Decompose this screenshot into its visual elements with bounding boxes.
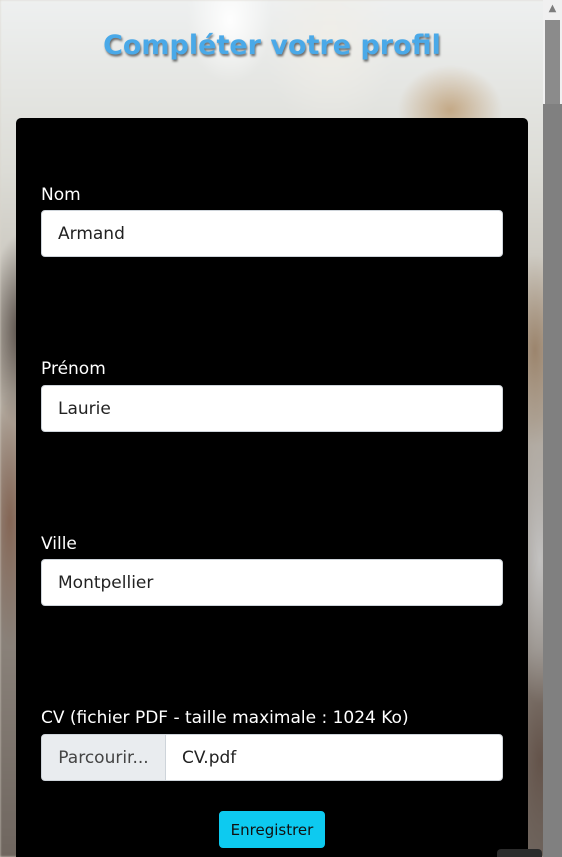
corner-tab	[497, 849, 542, 857]
vertical-scrollbar[interactable]: ▲	[543, 0, 562, 857]
city-label: Ville	[41, 534, 77, 554]
scrollbar-thumb[interactable]	[545, 20, 560, 104]
scrollbar-track[interactable]	[543, 104, 562, 857]
first-name-label: Prénom	[41, 359, 106, 379]
cv-file-input[interactable]: Parcourir... CV.pdf	[41, 734, 503, 781]
last-name-label: Nom	[41, 185, 81, 205]
page-title: Compléter votre profil	[103, 30, 441, 61]
selected-file-name: CV.pdf	[182, 747, 237, 768]
chevron-up-icon[interactable]: ▲	[543, 0, 562, 18]
viewport: Compléter votre profil Nom Prénom Ville …	[0, 0, 562, 857]
profile-form: Nom Prénom Ville CV (fichier PDF - taill…	[16, 118, 528, 857]
first-name-input[interactable]	[41, 385, 503, 432]
save-button[interactable]: Enregistrer	[219, 811, 325, 848]
city-input[interactable]	[41, 559, 503, 606]
last-name-input[interactable]	[41, 210, 503, 257]
browse-button[interactable]: Parcourir...	[42, 735, 166, 780]
cv-label: CV (fichier PDF - taille maximale : 1024…	[41, 708, 409, 728]
